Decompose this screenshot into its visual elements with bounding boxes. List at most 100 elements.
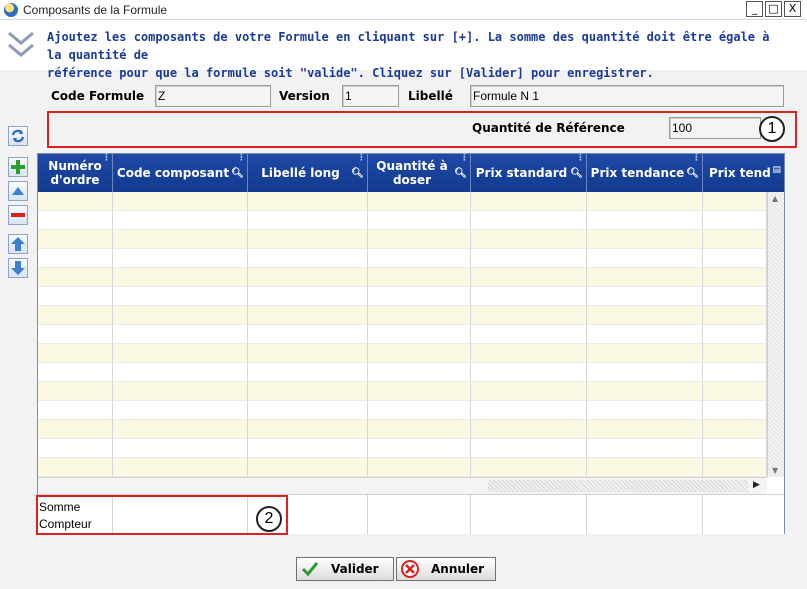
table-cell[interactable] bbox=[248, 344, 368, 363]
refresh-button[interactable] bbox=[8, 126, 28, 146]
scroll-down-icon[interactable]: ▼ bbox=[772, 466, 778, 475]
table-cell[interactable] bbox=[703, 458, 767, 477]
table-cell[interactable] bbox=[38, 439, 113, 458]
column-header-quantite[interactable]: Quantité à doser 🔍︎ ⋮ bbox=[368, 154, 471, 192]
table-cell[interactable] bbox=[113, 344, 248, 363]
column-chooser-icon[interactable]: ▤ bbox=[772, 166, 781, 175]
table-cell[interactable] bbox=[113, 382, 248, 401]
search-icon[interactable]: 🔍︎ bbox=[231, 167, 244, 181]
table-cell[interactable] bbox=[471, 439, 587, 458]
table-cell[interactable] bbox=[113, 420, 248, 439]
table-cell[interactable] bbox=[368, 268, 471, 287]
column-header-code-composant[interactable]: Code composant 🔍︎ ⋮ bbox=[113, 154, 248, 192]
table-cell[interactable] bbox=[471, 458, 587, 477]
search-icon[interactable]: 🔍︎ bbox=[686, 167, 699, 181]
table-cell[interactable] bbox=[471, 420, 587, 439]
libelle-field[interactable]: Formule N 1 bbox=[470, 85, 784, 107]
table-cell[interactable] bbox=[113, 192, 248, 211]
table-cell[interactable] bbox=[587, 458, 703, 477]
move-up-small-button[interactable] bbox=[8, 181, 28, 201]
table-cell[interactable] bbox=[113, 363, 248, 382]
table-cell[interactable] bbox=[587, 287, 703, 306]
table-cell[interactable] bbox=[38, 458, 113, 477]
table-cell[interactable] bbox=[38, 382, 113, 401]
table-cell[interactable] bbox=[587, 211, 703, 230]
table-cell[interactable] bbox=[703, 344, 767, 363]
table-cell[interactable] bbox=[113, 249, 248, 268]
table-cell[interactable] bbox=[703, 382, 767, 401]
table-cell[interactable] bbox=[368, 306, 471, 325]
table-row[interactable] bbox=[38, 382, 767, 401]
table-cell[interactable] bbox=[38, 287, 113, 306]
table-cell[interactable] bbox=[248, 249, 368, 268]
table-cell[interactable] bbox=[368, 344, 471, 363]
table-cell[interactable] bbox=[113, 458, 248, 477]
table-cell[interactable] bbox=[368, 287, 471, 306]
table-row[interactable] bbox=[38, 268, 767, 287]
table-row[interactable] bbox=[38, 344, 767, 363]
table-cell[interactable] bbox=[703, 192, 767, 211]
table-cell[interactable] bbox=[703, 420, 767, 439]
table-cell[interactable] bbox=[38, 230, 113, 249]
table-cell[interactable] bbox=[471, 306, 587, 325]
table-cell[interactable] bbox=[38, 420, 113, 439]
table-cell[interactable] bbox=[703, 325, 767, 344]
table-row[interactable] bbox=[38, 401, 767, 420]
table-row[interactable] bbox=[38, 230, 767, 249]
table-cell[interactable] bbox=[368, 211, 471, 230]
table-cell[interactable] bbox=[113, 230, 248, 249]
table-cell[interactable] bbox=[703, 401, 767, 420]
search-icon[interactable]: 🔍︎ bbox=[454, 167, 467, 181]
table-cell[interactable] bbox=[587, 325, 703, 344]
table-cell[interactable] bbox=[38, 306, 113, 325]
table-cell[interactable] bbox=[703, 249, 767, 268]
add-button[interactable] bbox=[8, 157, 28, 177]
table-cell[interactable] bbox=[471, 287, 587, 306]
table-cell[interactable] bbox=[471, 249, 587, 268]
close-button[interactable]: X bbox=[784, 1, 801, 17]
table-cell[interactable] bbox=[368, 458, 471, 477]
table-cell[interactable] bbox=[703, 439, 767, 458]
valider-button[interactable]: Valider bbox=[296, 557, 394, 581]
quantite-reference-field[interactable]: 100 bbox=[669, 117, 761, 139]
minimize-button[interactable]: _ bbox=[746, 1, 763, 17]
table-cell[interactable] bbox=[113, 211, 248, 230]
table-cell[interactable] bbox=[587, 344, 703, 363]
table-cell[interactable] bbox=[368, 439, 471, 458]
move-up-button[interactable] bbox=[8, 234, 28, 254]
table-cell[interactable] bbox=[471, 401, 587, 420]
table-cell[interactable] bbox=[368, 363, 471, 382]
table-row[interactable] bbox=[38, 458, 767, 477]
table-row[interactable] bbox=[38, 363, 767, 382]
table-cell[interactable] bbox=[703, 306, 767, 325]
table-cell[interactable] bbox=[38, 325, 113, 344]
table-cell[interactable] bbox=[471, 325, 587, 344]
version-field[interactable]: 1 bbox=[342, 85, 399, 107]
table-cell[interactable] bbox=[38, 211, 113, 230]
horizontal-scrollbar[interactable]: ▶ bbox=[38, 477, 767, 494]
table-cell[interactable] bbox=[248, 363, 368, 382]
scroll-up-icon[interactable]: ▲ bbox=[772, 194, 778, 203]
table-cell[interactable] bbox=[113, 401, 248, 420]
table-cell[interactable] bbox=[248, 325, 368, 344]
remove-button[interactable] bbox=[8, 205, 28, 225]
column-header-prix-tendance[interactable]: Prix tendance 🔍︎ ⋮ bbox=[587, 154, 703, 192]
column-header-libelle-long[interactable]: Libellé long 🔍︎ ⋮ bbox=[248, 154, 368, 192]
table-cell[interactable] bbox=[113, 287, 248, 306]
maximize-button[interactable]: □ bbox=[765, 1, 782, 17]
table-cell[interactable] bbox=[38, 363, 113, 382]
table-cell[interactable] bbox=[38, 249, 113, 268]
table-cell[interactable] bbox=[368, 192, 471, 211]
table-cell[interactable] bbox=[248, 420, 368, 439]
table-cell[interactable] bbox=[248, 306, 368, 325]
table-cell[interactable] bbox=[38, 344, 113, 363]
table-row[interactable] bbox=[38, 325, 767, 344]
table-cell[interactable] bbox=[248, 230, 368, 249]
table-cell[interactable] bbox=[587, 420, 703, 439]
vertical-scrollbar[interactable]: ▲ ▼ bbox=[767, 192, 784, 477]
table-cell[interactable] bbox=[248, 439, 368, 458]
table-cell[interactable] bbox=[703, 268, 767, 287]
table-cell[interactable] bbox=[587, 363, 703, 382]
move-down-button[interactable] bbox=[8, 258, 28, 278]
search-icon[interactable]: 🔍︎ bbox=[570, 167, 583, 181]
